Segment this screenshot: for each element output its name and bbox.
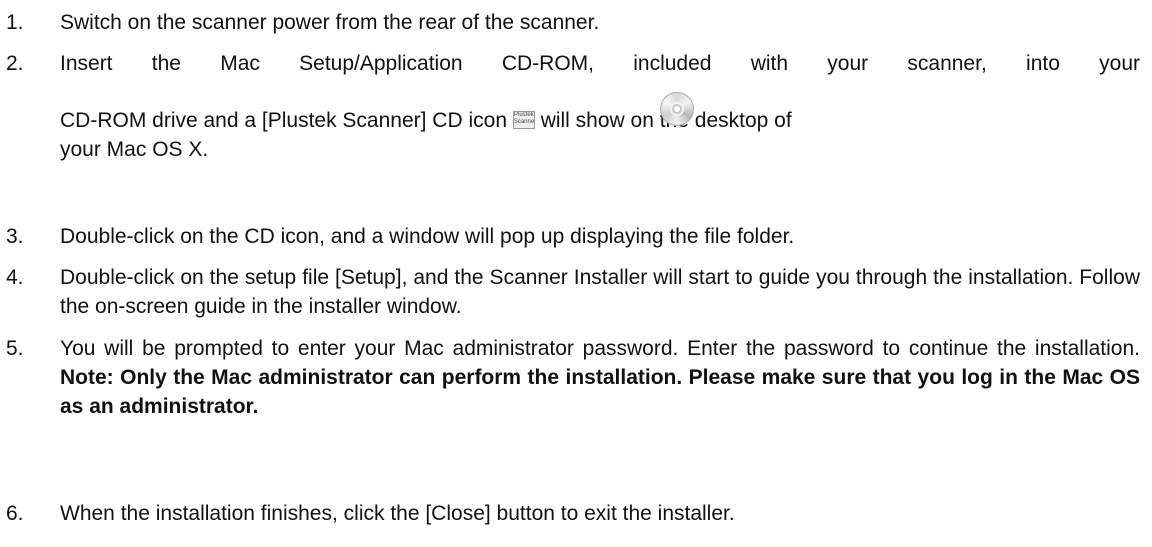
step-number: 1.	[6, 11, 24, 34]
step-number: 2.	[6, 52, 24, 75]
list-item: 5. You will be prompted to enter your Ma…	[6, 334, 1140, 421]
list-item: 6. When the installation finishes, click…	[6, 499, 1140, 528]
list-item: 4. Double-click on the setup file [Setup…	[6, 263, 1140, 321]
step-text: Double-click on the setup file [Setup], …	[60, 266, 1140, 318]
list-item: 2. Insert the Mac Setup/Application CD-R…	[6, 49, 1140, 164]
step-text: Switch on the scanner power from the rea…	[60, 11, 600, 34]
step-number: 5.	[6, 337, 24, 360]
step-number: 6.	[6, 502, 24, 525]
step-text: When the installation finishes, click th…	[60, 502, 735, 525]
step-text-line: CD-ROM drive and a [Plustek Scanner] CD …	[60, 106, 1140, 135]
list-item: 1. Switch on the scanner power from the …	[6, 8, 1140, 37]
step-text-line: your Mac OS X.	[60, 138, 209, 161]
step-text: Double-click on the CD icon, and a windo…	[60, 225, 795, 248]
step-text-fragment: You will be prompted to enter your Mac a…	[60, 337, 1140, 360]
step-number: 3.	[6, 225, 24, 248]
step-number: 4.	[6, 266, 24, 289]
step-text-line: Insert the Mac Setup/Application CD-ROM,…	[60, 52, 1140, 75]
step-text-fragment: CD-ROM drive and a [Plustek Scanner] CD …	[60, 109, 507, 132]
step-text: Insert the Mac Setup/Application CD-ROM,…	[60, 49, 1140, 164]
step-note: Note: Only the Mac administrator can per…	[60, 366, 1140, 418]
step-text: You will be prompted to enter your Mac a…	[60, 334, 1140, 421]
cd-disc-icon	[660, 92, 694, 126]
plustek-scanner-cd-icon: Plustek Scanner	[512, 111, 535, 129]
list-item: 3. Double-click on the CD icon, and a wi…	[6, 222, 1140, 251]
